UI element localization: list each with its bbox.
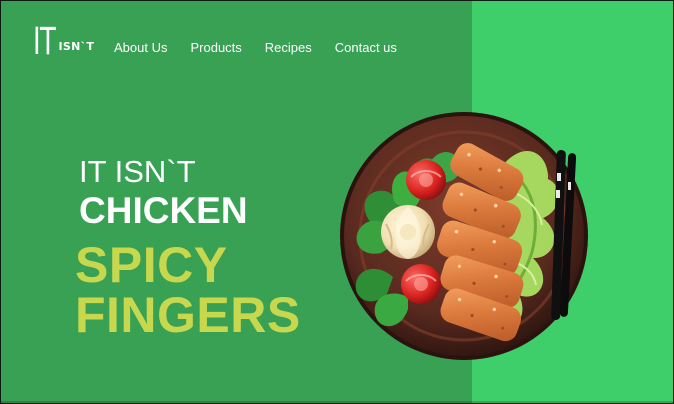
nav-item-recipes[interactable]: Recipes <box>265 40 312 56</box>
hero-subtitle-main: CHICKEN <box>79 190 248 231</box>
brand-logo[interactable]: IT ISN`T <box>33 23 104 60</box>
plate-illustration <box>340 112 588 360</box>
landing-page: IT ISN`T About Us Products Recipes Conta… <box>1 1 673 403</box>
logo-wordmark: ISN`T <box>58 40 95 53</box>
nav-item-about-us[interactable]: About Us <box>114 40 167 56</box>
bottom-divider <box>1 401 673 403</box>
product-title-line-2: FINGERS <box>75 287 301 343</box>
garlic <box>381 205 435 259</box>
top-navigation: IT ISN`T About Us Products Recipes Conta… <box>1 1 472 91</box>
nav-item-contact-us[interactable]: Contact us <box>335 40 397 56</box>
nav-links: About Us Products Recipes Contact us <box>114 40 397 56</box>
logo-mark: IT <box>33 20 56 63</box>
product-image <box>335 107 593 365</box>
nav-item-products[interactable]: Products <box>190 40 241 56</box>
hero-subtitle-top: IT ISN`T <box>79 154 196 189</box>
product-title-line-1: SPICY <box>75 237 228 293</box>
